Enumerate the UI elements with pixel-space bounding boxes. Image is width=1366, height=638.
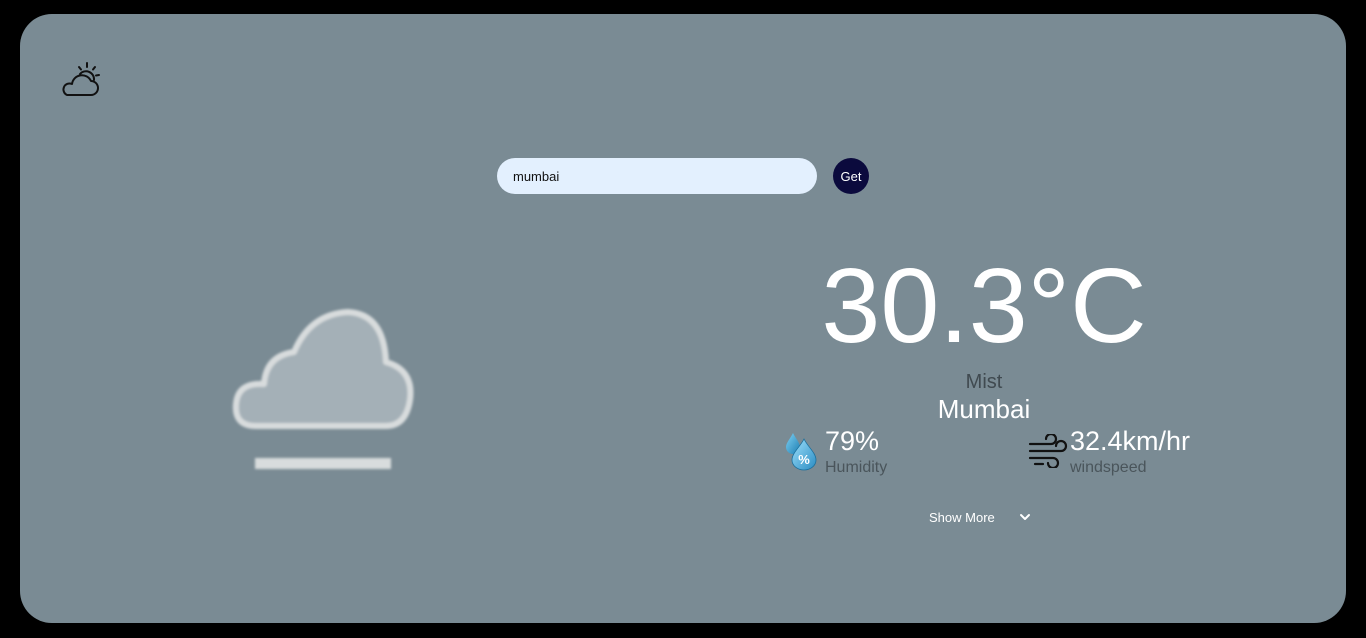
weather-card: Get 30.3°C Mist Mumbai % 79% H — [20, 14, 1346, 623]
weather-condition: Mist — [965, 371, 1003, 393]
mist-cloud-icon — [232, 309, 414, 469]
city-name: Mumbai — [937, 394, 1031, 424]
partly-cloudy-icon — [62, 62, 100, 96]
windspeed-label: windspeed — [1070, 459, 1147, 476]
wind-icon — [1028, 434, 1068, 468]
svg-text:%: % — [798, 452, 810, 467]
chevron-down-icon — [1019, 514, 1030, 520]
get-weather-button[interactable]: Get — [833, 158, 869, 194]
humidity-label: Humidity — [825, 459, 888, 476]
humidity-drop-icon: % — [786, 433, 817, 471]
city-search-input[interactable] — [497, 158, 817, 194]
humidity-value: 79% — [825, 426, 880, 456]
windspeed-value: 32.4km/hr — [1070, 426, 1191, 456]
temperature-reading: 30.3°C — [821, 247, 1147, 365]
show-more-button[interactable]: Show More — [925, 506, 1035, 528]
show-more-label: Show More — [929, 509, 995, 525]
